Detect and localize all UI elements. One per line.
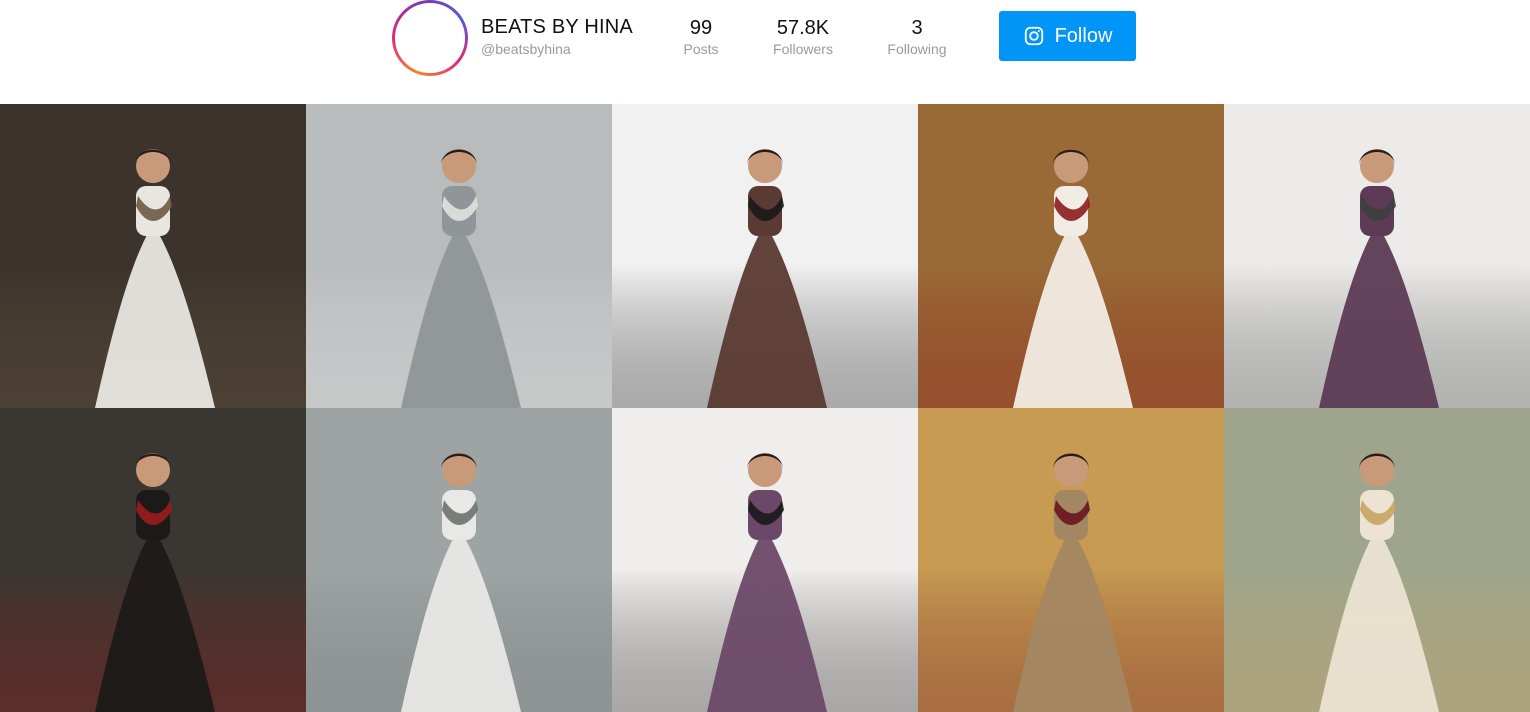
posts-label: Posts	[683, 41, 719, 57]
profile-header: BEATS BY HINA @beatsbyhina 99 Posts 57.8…	[0, 0, 1530, 104]
post-image	[0, 408, 306, 712]
profile-name[interactable]: BEATS BY HINA	[481, 16, 633, 39]
follow-button[interactable]: Follow	[999, 11, 1136, 61]
post-thumbnail[interactable]	[1224, 104, 1530, 408]
posts-count: 99	[689, 17, 713, 39]
post-thumbnail[interactable]	[306, 104, 612, 408]
avatar[interactable]	[392, 0, 468, 76]
post-thumbnail[interactable]	[1224, 408, 1530, 712]
stat-posts[interactable]: 99 Posts	[672, 16, 730, 58]
stat-following[interactable]: 3 Following	[880, 16, 954, 58]
stat-followers[interactable]: 57.8K Followers	[766, 16, 840, 58]
post-thumbnail[interactable]	[0, 408, 306, 712]
post-image	[918, 408, 1224, 712]
post-thumbnail[interactable]	[0, 104, 306, 408]
avatar-image	[395, 3, 465, 73]
post-thumbnail[interactable]	[612, 104, 918, 408]
post-image	[1224, 408, 1530, 712]
post-image	[612, 104, 918, 408]
followers-label: Followers	[773, 41, 833, 57]
follow-button-label: Follow	[1054, 24, 1113, 47]
post-image	[1224, 104, 1530, 408]
post-image	[0, 104, 306, 408]
followers-count: 57.8K	[776, 17, 830, 39]
post-image	[306, 408, 612, 712]
post-image	[306, 104, 612, 408]
post-thumbnail[interactable]	[306, 408, 612, 712]
following-count: 3	[911, 17, 923, 39]
post-thumbnail[interactable]	[918, 104, 1224, 408]
instagram-icon	[1023, 25, 1045, 47]
post-thumbnail[interactable]	[612, 408, 918, 712]
posts-grid	[0, 104, 1530, 712]
post-thumbnail[interactable]	[918, 408, 1224, 712]
following-label: Following	[887, 41, 947, 57]
post-image	[918, 104, 1224, 408]
profile-handle[interactable]: @beatsbyhina	[481, 41, 571, 57]
post-image	[612, 408, 918, 712]
